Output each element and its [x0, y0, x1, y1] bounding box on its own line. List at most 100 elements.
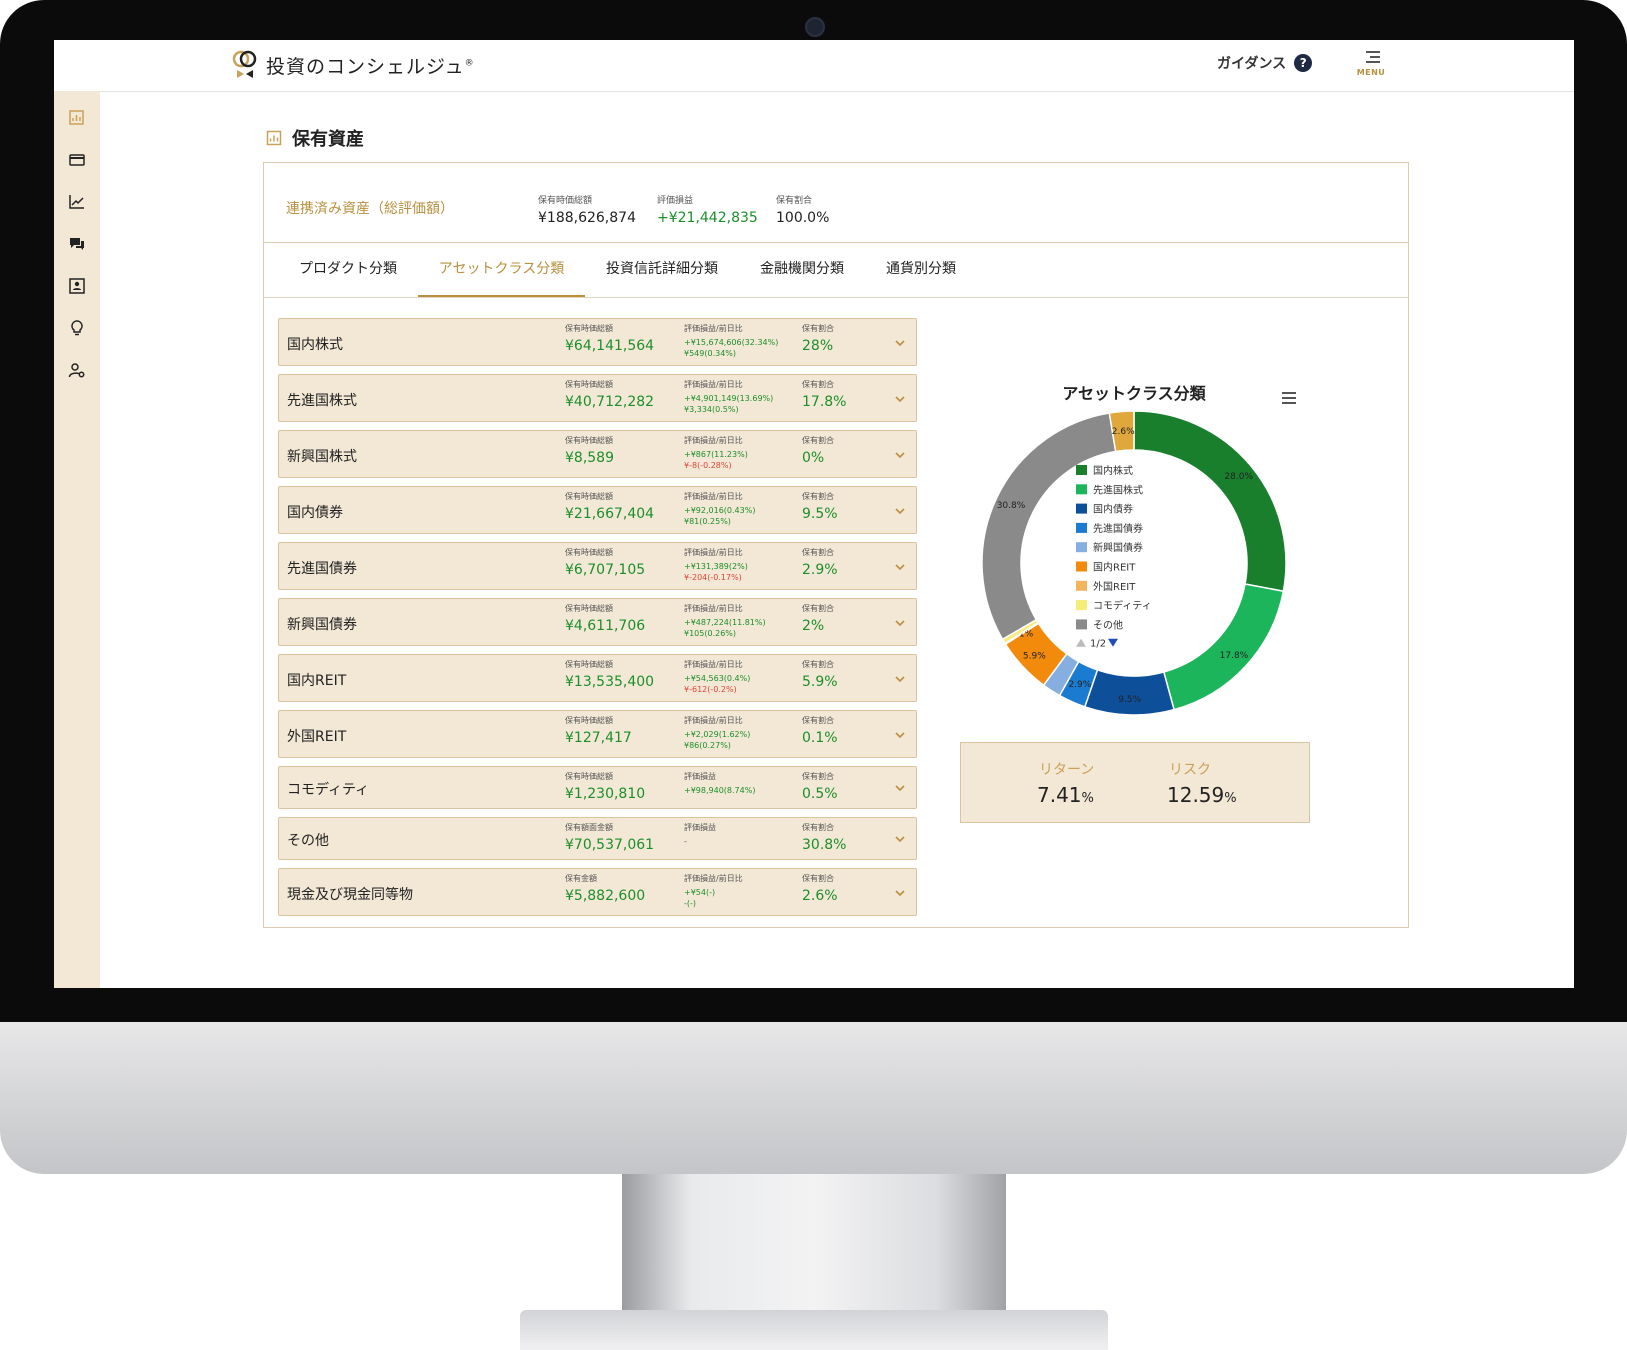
logo[interactable]: 投資のコンシェルジュ® — [232, 48, 475, 82]
app-screen: 投資のコンシェルジュ® ガイダンス ? MENU 保有資産 連携済み資産（総評価… — [54, 40, 1574, 988]
donut-data-label: 2.6% — [1112, 427, 1135, 437]
donut-data-label: 17.8% — [1220, 651, 1249, 661]
chart-title: アセットクラス分類 — [1062, 384, 1206, 403]
asset-value: ¥1,230,810 — [565, 786, 646, 802]
asset-daychange: ¥81(0.25%) — [684, 517, 731, 526]
asset-pnl-label: 評価損益/前日比 — [684, 380, 743, 389]
monitor-chin — [0, 1022, 1627, 1174]
user-settings-icon[interactable] — [68, 361, 86, 379]
asset-value-label: 保有時価総額 — [565, 772, 613, 781]
guidance-label: ガイダンス — [1217, 56, 1287, 72]
asset-name: 新興国株式 — [287, 449, 357, 465]
asset-ratio-col: 保有割合 5.9% — [802, 659, 838, 690]
tab-product[interactable]: プロダクト分類 — [278, 242, 418, 297]
summary-market-value: 保有時価総額 ¥188,626,874 — [538, 193, 636, 226]
asset-row-domestic-reit[interactable]: 国内REIT 保有時価総額 ¥13,535,400 評価損益/前日比 +¥54,56… — [278, 654, 917, 702]
chevron-down-icon[interactable] — [894, 617, 906, 629]
asset-pnl: +¥2,029(1.62%) — [684, 730, 751, 739]
legend-item[interactable]: 先進国株式 — [1093, 483, 1143, 496]
legend-item[interactable]: 先進国債券 — [1093, 522, 1143, 535]
asset-pnl-label: 評価損益/前日比 — [684, 604, 743, 613]
asset-ratio: 28% — [802, 338, 834, 354]
chevron-down-icon[interactable] — [894, 393, 906, 405]
asset-ratio-label: 保有割合 — [802, 492, 834, 501]
camera — [805, 17, 825, 37]
summary-pnl: 評価損益 +¥21,442,835 — [657, 193, 758, 226]
tab-institution[interactable]: 金融機関分類 — [740, 242, 864, 297]
chevron-down-icon[interactable] — [894, 887, 906, 899]
menu-button[interactable]: MENU — [1351, 48, 1391, 77]
tab-currency[interactable]: 通貨別分類 — [868, 242, 974, 297]
tab-asset-class[interactable]: アセットクラス分類 — [418, 242, 585, 297]
assets-chart-icon[interactable] — [68, 109, 86, 127]
asset-daychange: ¥-8(-0.28%) — [684, 461, 732, 470]
guidance-button[interactable]: ガイダンス ? — [1217, 53, 1313, 73]
asset-row-developed-bonds[interactable]: 先進国債券 保有時価総額 ¥6,707,105 評価損益/前日比 +¥131,389… — [278, 542, 917, 590]
asset-name: 国内REIT — [287, 673, 347, 689]
legend-item[interactable]: 国内株式 — [1093, 464, 1133, 477]
asset-pnl-col: 評価損益/前日比 +¥15,674,606(32.34%) ¥549(0.34%) — [684, 323, 778, 358]
asset-row-emerging-bonds[interactable]: 新興国債券 保有時価総額 ¥4,611,706 評価損益/前日比 +¥487,224… — [278, 598, 917, 646]
chevron-down-icon[interactable] — [894, 561, 906, 573]
chat-icon[interactable] — [68, 235, 86, 253]
summary-pnl-label: 評価損益 — [657, 196, 694, 206]
asset-value: ¥4,611,706 — [565, 618, 646, 634]
donut-slice[interactable] — [1133, 410, 1287, 593]
asset-name: 先進国株式 — [287, 393, 357, 409]
donut-slice[interactable] — [1083, 668, 1175, 716]
legend-item[interactable]: 新興国債券 — [1093, 541, 1143, 554]
asset-row-domestic-bonds[interactable]: 国内債券 保有時価総額 ¥21,667,404 評価損益/前日比 +¥92,016(… — [278, 486, 917, 534]
asset-ratio-col: 保有割合 0.1% — [802, 715, 838, 746]
line-chart-icon[interactable] — [68, 193, 86, 211]
asset-value: ¥21,667,404 — [565, 506, 655, 522]
chevron-down-icon[interactable] — [894, 505, 906, 517]
asset-ratio-col: 保有割合 9.5% — [802, 491, 838, 522]
legend-page: 1/2 — [1090, 639, 1106, 650]
asset-row-commodity[interactable]: コモディティ 保有時価総額 ¥1,230,810 評価損益 +¥98,940(8.7… — [278, 766, 917, 809]
chevron-down-icon[interactable] — [894, 833, 906, 845]
menu-label: MENU — [1356, 68, 1386, 77]
asset-name: 先進国債券 — [287, 561, 357, 577]
donut-slice[interactable] — [1162, 583, 1285, 711]
chevron-down-icon[interactable] — [894, 449, 906, 461]
asset-row-emerging-stocks[interactable]: 新興国株式 保有時価総額 ¥8,589 評価損益/前日比 +¥867(11.23%)… — [278, 430, 917, 478]
donut-data-label: 30.8% — [997, 501, 1026, 511]
legend-prev-icon[interactable] — [1076, 638, 1086, 647]
asset-row-cash[interactable]: 現金及び現金同等物 保有金額 ¥5,882,600 評価損益/前日比 +¥54(-)… — [278, 868, 917, 916]
asset-value: ¥5,882,600 — [565, 888, 646, 904]
asset-pnl-col: 評価損益/前日比 +¥92,016(0.43%) ¥81(0.25%) — [684, 491, 755, 526]
tab-fund-detail[interactable]: 投資信託詳細分類 — [592, 242, 732, 297]
profile-icon[interactable] — [68, 277, 86, 295]
asset-value-label: 保有時価総額 — [565, 380, 613, 389]
classification-tabs: プロダクト分類 アセットクラス分類 投資信託詳細分類 金融機関分類 通貨別分類 — [264, 242, 1408, 298]
asset-value-label: 保有時価総額 — [565, 436, 613, 445]
asset-row-foreign-reit[interactable]: 外国REIT 保有時価総額 ¥127,417 評価損益/前日比 +¥2,029(1.… — [278, 710, 917, 758]
asset-pnl-label: 評価損益/前日比 — [684, 324, 743, 333]
legend-item[interactable]: その他 — [1093, 618, 1123, 631]
chevron-down-icon[interactable] — [894, 729, 906, 741]
asset-name: 国内債券 — [287, 505, 343, 521]
asset-daychange: ¥549(0.34%) — [684, 349, 737, 358]
card-icon[interactable] — [68, 151, 86, 169]
legend-item[interactable]: 国内REIT — [1093, 561, 1136, 574]
legend-swatch — [1076, 542, 1087, 553]
asset-row-other[interactable]: その他 保有額面金額 ¥70,537,061 評価損益 - 保有割合 30.8% — [278, 817, 917, 860]
legend-item[interactable]: 国内債券 — [1093, 503, 1133, 516]
risk-value: 12.59% — [1167, 783, 1237, 807]
asset-ratio: 0.1% — [802, 730, 838, 746]
legend-item[interactable]: コモディティ — [1093, 599, 1152, 612]
donut-data-label: 5.9% — [1023, 652, 1046, 662]
summary-bar: 連携済み資産（総評価額） 保有時価総額 ¥188,626,874 評価損益 +¥… — [264, 163, 1408, 243]
summary-market-value-amount: ¥188,626,874 — [538, 210, 636, 226]
legend-next-icon[interactable] — [1108, 638, 1118, 647]
chevron-down-icon[interactable] — [894, 337, 906, 349]
asset-row-domestic-stocks[interactable]: 国内株式 保有時価総額 ¥64,141,564 評価損益/前日比 +¥15,674,… — [278, 318, 917, 366]
asset-row-developed-stocks[interactable]: 先進国株式 保有時価総額 ¥40,712,282 評価損益/前日比 +¥4,901,… — [278, 374, 917, 422]
legend-item[interactable]: 外国REIT — [1093, 581, 1136, 593]
asset-ratio-label: 保有割合 — [802, 324, 834, 333]
asset-pnl: +¥15,674,606(32.34%) — [684, 338, 779, 347]
chevron-down-icon[interactable] — [894, 673, 906, 685]
sidebar — [54, 91, 100, 988]
lightbulb-icon[interactable] — [68, 319, 86, 337]
chevron-down-icon[interactable] — [894, 782, 906, 794]
